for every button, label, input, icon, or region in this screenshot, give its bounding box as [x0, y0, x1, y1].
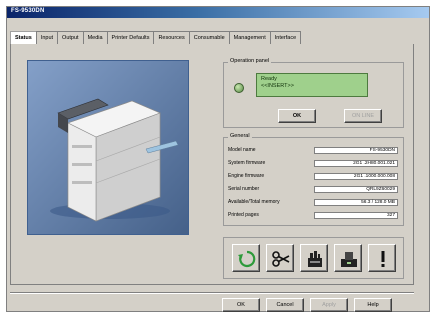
- tab-input[interactable]: Input: [35, 31, 59, 44]
- model-name-label: Model name: [228, 147, 256, 153]
- general-info-group: General Model name FS-9530DN System firm…: [223, 133, 404, 226]
- model-name-value: FS-9530DN: [314, 146, 398, 154]
- tab-management[interactable]: Management: [228, 31, 271, 44]
- window-title: FS-9530DN: [11, 8, 45, 14]
- tab-status[interactable]: Status: [10, 31, 37, 44]
- cutter-button[interactable]: [266, 244, 294, 272]
- operation-panel-label: Operation panel: [228, 58, 272, 64]
- help-button[interactable]: Help: [354, 298, 392, 312]
- system-firmware-label: System firmware: [228, 160, 266, 166]
- online-button[interactable]: ON LINE: [344, 109, 382, 123]
- info-row-serial: Serial number QRL9Z60029: [228, 185, 400, 193]
- memory-value: 56.3 / 128.0 MB: [314, 198, 398, 206]
- panel-ok-button[interactable]: OK: [278, 109, 316, 123]
- tab-consumable[interactable]: Consumable: [188, 31, 230, 44]
- printer-status-icon: [341, 252, 357, 267]
- printer-image: [27, 60, 189, 235]
- lcd-display: Ready <<INSERT>>: [256, 73, 368, 97]
- info-row-engine-firmware: Engine firmware 2G1 .1000.000.008: [228, 172, 400, 180]
- printed-pages-label: Printed pages: [228, 212, 259, 218]
- tab-media[interactable]: Media: [82, 31, 108, 44]
- engine-firmware-value: 2G1 .1000.000.008: [314, 172, 398, 180]
- tab-interface[interactable]: Interface: [269, 31, 302, 44]
- engine-firmware-label: Engine firmware: [228, 173, 265, 179]
- serial-number-label: Serial number: [228, 186, 260, 192]
- operation-panel-group: Operation panel Ready <<INSERT>> OK ON L…: [223, 58, 404, 128]
- refresh-icon: [238, 250, 256, 268]
- printer-status-button[interactable]: [334, 244, 362, 272]
- ready-led-icon: [234, 83, 244, 93]
- tray-button[interactable]: [300, 244, 328, 272]
- info-row-system-firmware: System firmware 2G1 .2H80.001.021: [228, 159, 400, 167]
- warning-exclamation-icon: [381, 251, 385, 267]
- memory-label: Available/Total memory: [228, 199, 280, 205]
- refresh-button[interactable]: [232, 244, 260, 272]
- title-bar: FS-9530DN: [7, 7, 429, 18]
- ok-button[interactable]: OK: [222, 298, 260, 312]
- info-row-memory: Available/Total memory 56.3 / 128.0 MB: [228, 198, 400, 206]
- warning-button[interactable]: [368, 244, 396, 272]
- tab-output[interactable]: Output: [57, 31, 84, 44]
- apply-button[interactable]: Apply: [310, 298, 348, 312]
- cancel-button[interactable]: Cancel: [266, 298, 304, 312]
- tab-strip: Status Input Output Media Printer Defaul…: [10, 31, 414, 45]
- tab-printer-defaults[interactable]: Printer Defaults: [106, 31, 155, 44]
- footer-separator: [10, 292, 414, 294]
- info-row-model: Model name FS-9530DN: [228, 146, 400, 154]
- tab-resources[interactable]: Resources: [153, 31, 190, 44]
- serial-number-value: QRL9Z60029: [314, 185, 398, 193]
- scissors-icon: [272, 251, 290, 267]
- general-label: General: [228, 133, 252, 139]
- printed-pages-value: 327: [314, 211, 398, 219]
- system-firmware-value: 2G1 .2H80.001.021: [314, 159, 398, 167]
- printer-tray-icon: [308, 251, 322, 267]
- tool-icon-bar: [223, 237, 404, 279]
- lcd-line-2: <<INSERT>>: [261, 82, 294, 89]
- info-row-printed-pages: Printed pages 327: [228, 211, 400, 219]
